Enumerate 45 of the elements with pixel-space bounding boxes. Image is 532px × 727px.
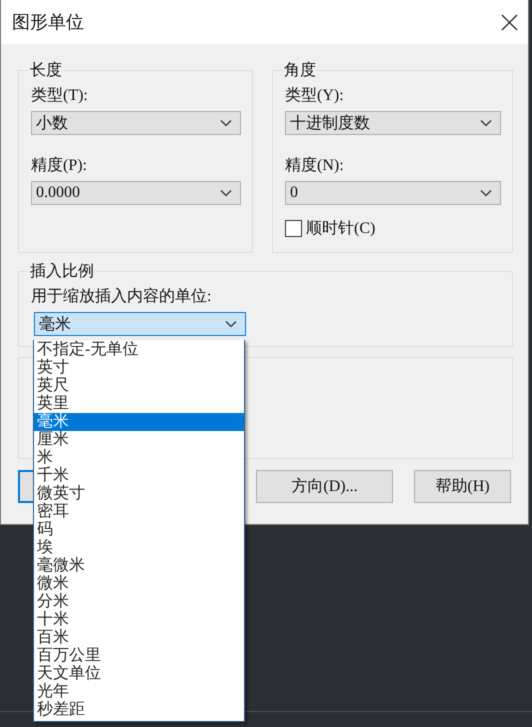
chevron-down-icon bbox=[225, 320, 237, 328]
list-option[interactable]: 百万公里 bbox=[34, 647, 244, 665]
dropdown[interactable]: 毫米 bbox=[34, 312, 246, 336]
group-title: 角度 bbox=[283, 60, 317, 81]
field-label: 类型(Y): bbox=[285, 86, 345, 106]
chevron-down-icon bbox=[480, 119, 492, 127]
chevron-down-icon bbox=[220, 189, 232, 197]
list-option[interactable]: 微米 bbox=[34, 575, 244, 593]
list-option[interactable]: 埃 bbox=[34, 539, 244, 557]
list-option[interactable]: 秒差距 bbox=[34, 701, 244, 719]
chevron-down-icon bbox=[480, 189, 492, 197]
checkbox-label: 顺时针(C) bbox=[306, 218, 376, 239]
list-option[interactable]: 微英寸 bbox=[34, 485, 244, 503]
list-option[interactable]: 不指定-无单位 bbox=[34, 341, 244, 359]
field-label: 类型(T): bbox=[31, 86, 89, 106]
dialog-button[interactable]: 方向(D)... bbox=[256, 470, 393, 503]
dialog-button[interactable]: 帮助(H) bbox=[414, 470, 511, 503]
group-title: 插入比例 bbox=[29, 262, 95, 282]
dropdown[interactable]: 0 bbox=[285, 181, 501, 205]
field-label: 精度(P): bbox=[31, 156, 88, 176]
field-label: 精度(N): bbox=[285, 156, 345, 176]
list-option[interactable]: 码 bbox=[34, 521, 244, 539]
list-option[interactable]: 英寸 bbox=[34, 359, 244, 377]
list-option[interactable]: 天文单位 bbox=[34, 665, 244, 683]
group-title: 长度 bbox=[29, 60, 63, 81]
list-option[interactable]: 千米 bbox=[34, 467, 244, 485]
window-title: 图形单位 bbox=[12, 11, 84, 34]
list-option[interactable]: 英里 bbox=[34, 395, 244, 413]
list-option[interactable]: 米 bbox=[34, 449, 244, 467]
list-option[interactable]: 厘米 bbox=[34, 431, 244, 449]
list-option[interactable]: 光年 bbox=[34, 683, 244, 701]
dropdown[interactable]: 小数 bbox=[31, 111, 241, 135]
list-option[interactable]: 分米 bbox=[34, 593, 244, 611]
list-option[interactable]: 密耳 bbox=[34, 503, 244, 521]
list-option[interactable]: 毫微米 bbox=[34, 557, 244, 575]
list-option[interactable]: 英尺 bbox=[34, 377, 244, 395]
field-label: 用于缩放插入内容的单位: bbox=[31, 286, 212, 307]
list-option[interactable]: 毫米 bbox=[34, 413, 244, 431]
list-option[interactable]: 十米 bbox=[34, 611, 244, 629]
close-icon[interactable] bbox=[501, 14, 518, 30]
dropdown[interactable]: 0.0000 bbox=[31, 181, 241, 205]
list-option[interactable]: 百米 bbox=[34, 629, 244, 647]
checkbox[interactable] bbox=[285, 220, 302, 237]
chevron-down-icon bbox=[220, 119, 232, 127]
dropdown[interactable]: 十进制度数 bbox=[285, 111, 501, 135]
